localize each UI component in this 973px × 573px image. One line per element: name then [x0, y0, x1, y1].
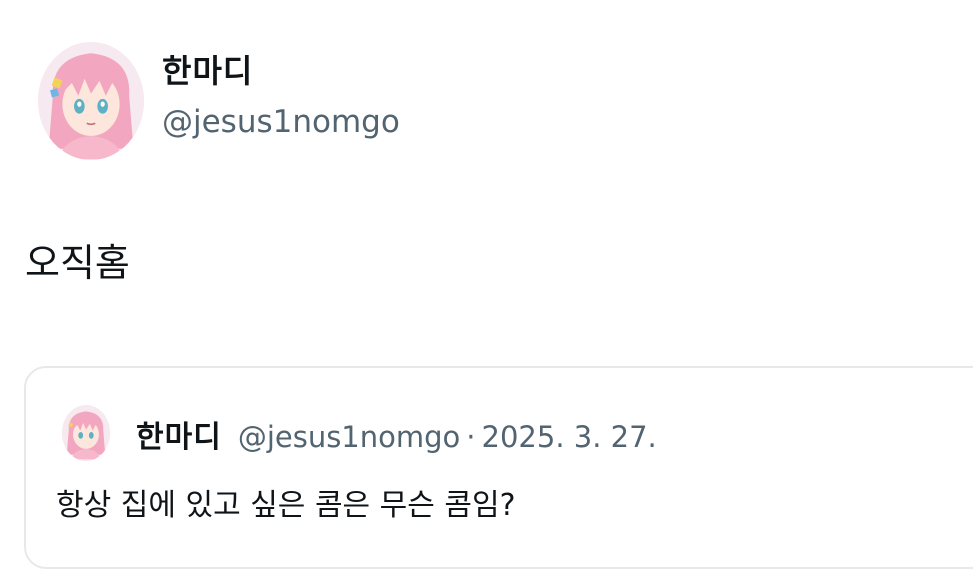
quoted-tweet-date[interactable]: 2025. 3. 27. [482, 420, 657, 454]
pink-haired-anime-girl-avatar-icon [62, 406, 110, 460]
quoted-author-handle[interactable]: @jesus1nomgo [238, 420, 460, 454]
pink-haired-anime-girl-avatar-icon [38, 42, 144, 160]
quoted-tweet-card[interactable]: 한마디 @jesus1nomgo · 2025. 3. 27. 항상 집에 있고… [24, 366, 973, 569]
quoted-tweet-header: 한마디 @jesus1nomgo · 2025. 3. 27. [136, 412, 657, 456]
tweet-text: 오직홈 [25, 241, 130, 285]
quoted-author-avatar[interactable] [62, 405, 110, 461]
quoted-author-display-name[interactable]: 한마디 [136, 412, 222, 456]
quoted-tweet-text: 항상 집에 있고 싶은 콤은 무슨 콤임? [56, 488, 516, 523]
author-display-name[interactable]: 한마디 [162, 46, 253, 92]
dot-separator: · [466, 420, 476, 454]
author-handle[interactable]: @jesus1nomgo [162, 104, 400, 140]
author-avatar[interactable] [38, 42, 144, 160]
tweet: 한마디 @jesus1nomgo 오직홈 한마디 @jesus1nomgo · … [0, 0, 973, 573]
